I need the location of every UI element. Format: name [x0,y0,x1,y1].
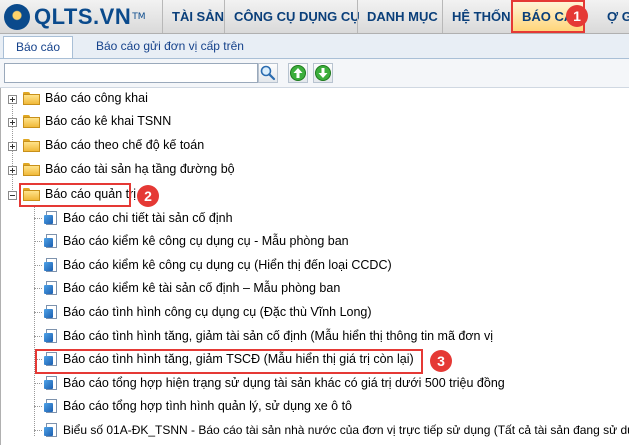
tree-report-label: Báo cáo tổng hợp tình hình quản lý, sử d… [63,399,352,413]
top-menu-bar: QLTS.VN TM TÀI SẢN CÔNG CỤ DỤNG CỤ DANH … [0,0,629,34]
tree-folder[interactable]: Báo cáo theo chế độ kế toán [1,135,301,157]
tree-report-item[interactable]: Báo cáo tổng hợp tình hình quản lý, sử d… [1,396,629,418]
tab-bao-cao-gui-cap-tren[interactable]: Báo cáo gửi đơn vị cấp trên [84,36,256,57]
move-up-button[interactable] [288,63,308,83]
folder-icon [23,92,40,105]
tree-folder-label: Báo cáo theo chế độ kế toán [45,138,205,152]
annotation-badge-2: 2 [137,185,159,207]
tree-folder[interactable]: Báo cáo tài sản hạ tầng đường bộ [1,159,301,181]
tree-folder[interactable]: Báo cáo kê khai TSNN [1,111,301,133]
search-input[interactable] [4,63,258,83]
expand-icon[interactable] [8,95,17,104]
folder-icon [23,115,40,128]
tree-report-label: Báo cáo tình hình công cụ dụng cụ (Đặc t… [63,305,372,319]
app-logo: QLTS.VN TM [4,2,145,31]
report-icon [44,211,58,226]
folder-icon [23,163,40,176]
tree-report-label: Báo cáo kiểm kê công cụ dụng cụ (Hiển th… [63,258,392,272]
expand-icon[interactable] [8,166,17,175]
tree-report-label: Báo cáo kiểm kê công cụ dụng cụ - Mẫu ph… [63,234,349,248]
tree-report-item[interactable]: Báo cáo kiểm kê công cụ dụng cụ (Hiển th… [1,255,629,277]
tab-bar: Báo cáo Báo cáo gửi đơn vị cấp trên [0,34,629,59]
report-icon [44,305,58,320]
highlight-box-3 [35,349,423,374]
tree-report-label: Biểu số 01A-ĐK_TSNN - Báo cáo tài sản nh… [63,423,629,437]
tree-folder[interactable]: Báo cáo công khai [1,88,301,110]
tree-report-item[interactable]: Biểu số 01A-ĐK_TSNN - Báo cáo tài sản nh… [1,420,629,442]
menu-cong-cu-dung-cu[interactable]: CÔNG CỤ DỤNG CỤ [224,0,360,33]
annotation-badge-3: 3 [430,350,452,372]
expand-icon[interactable] [8,118,17,127]
tree-folder-label: Báo cáo công khai [45,91,148,105]
menu-danh-muc[interactable]: DANH MỤC [357,0,442,33]
search-toolbar [0,59,629,88]
tree-report-label: Báo cáo chi tiết tài sản cố định [63,211,233,225]
report-tree: Báo cáo công khai Báo cáo kê khai TSNN B… [0,88,629,445]
menu-tai-san[interactable]: TÀI SẢN [162,0,224,33]
report-icon [44,423,58,438]
tab-bao-cao[interactable]: Báo cáo [3,36,74,58]
tree-folder-label: Báo cáo tài sản hạ tầng đường bộ [45,162,235,176]
search-button[interactable] [258,63,278,83]
arrow-up-icon [290,65,306,81]
main-menu: TÀI SẢN CÔNG CỤ DỤNG CỤ DANH MỤC HỆ THỐN… [162,0,629,33]
search-icon [260,65,276,81]
report-icon [44,258,58,273]
report-icon [44,376,58,391]
report-icon [44,399,58,414]
report-icon [44,281,58,296]
annotation-badge-1: 1 [566,5,588,27]
arrow-down-icon [315,65,331,81]
expand-icon[interactable] [8,142,17,151]
folder-icon [23,139,40,152]
logo-text: QLTS.VN [34,3,132,29]
tree-report-label: Báo cáo kiểm kê tài sản cố định – Mẫu ph… [63,281,341,295]
tree-report-item[interactable]: Báo cáo kiểm kê tài sản cố định – Mẫu ph… [1,278,629,300]
collapse-icon[interactable] [8,191,17,200]
tree-report-item[interactable]: Báo cáo tình hình tăng, giảm tài sản cố … [1,326,629,348]
report-icon [44,234,58,249]
menu-tro-giup[interactable]: Ợ GIÚP [585,0,629,33]
tree-report-item[interactable]: Báo cáo chi tiết tài sản cố định [1,208,629,230]
tree-report-item[interactable]: Báo cáo tổng hợp hiện trạng sử dụng tài … [1,373,629,395]
highlight-box-2 [19,183,131,207]
tree-report-label: Báo cáo tình hình tăng, giảm tài sản cố … [63,329,493,343]
tree-report-label: Báo cáo tổng hợp hiện trạng sử dụng tài … [63,376,505,390]
tree-report-item[interactable]: Báo cáo kiểm kê công cụ dụng cụ - Mẫu ph… [1,231,629,253]
tree-folder-label: Báo cáo kê khai TSNN [45,114,172,128]
logo-icon [4,3,30,30]
menu-he-thong[interactable]: HỆ THỐNG [442,0,521,33]
tree-report-item[interactable]: Báo cáo tình hình công cụ dụng cụ (Đặc t… [1,302,629,324]
logo-trademark: TM [132,11,146,22]
move-down-button[interactable] [313,63,333,83]
report-icon [44,329,58,344]
